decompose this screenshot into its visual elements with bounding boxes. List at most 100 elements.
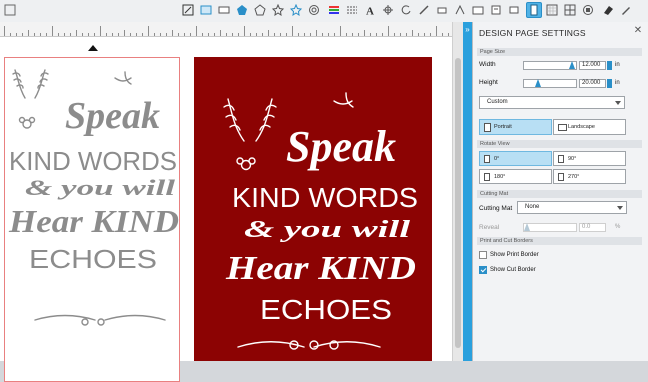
design-page[interactable]: Speak KIND WORDS & you will Hear KIND EC… <box>4 57 180 382</box>
cut-settings-icon[interactable] <box>544 2 560 18</box>
rotate-90-icon <box>558 155 564 163</box>
height-field[interactable]: 20.000 <box>579 79 606 88</box>
width-slider[interactable] <box>523 61 577 70</box>
spiral-icon[interactable] <box>306 2 322 18</box>
chevron-down-icon <box>615 101 621 105</box>
width-field[interactable]: 12.000 <box>579 61 606 70</box>
ruler-tick <box>340 26 341 36</box>
show-cut-border-checkbox[interactable] <box>479 266 487 274</box>
show-print-border-checkbox[interactable] <box>479 251 487 259</box>
height-spinner[interactable] <box>607 79 612 88</box>
height-slider[interactable] <box>523 79 577 88</box>
pen-icon[interactable] <box>618 2 634 18</box>
ruler-tick <box>334 33 335 36</box>
panel-collapse-tab[interactable]: » <box>463 22 472 361</box>
star-outline-icon[interactable] <box>288 2 304 18</box>
show-cut-border-label: Show Cut Border <box>490 267 536 273</box>
red-line5: ECHOES <box>260 294 392 325</box>
red-quote-design[interactable]: Speak KIND WORDS & you will Hear KIND EC… <box>194 57 432 361</box>
rectangle-icon[interactable] <box>198 2 214 18</box>
page-size-select[interactable]: Custom <box>479 96 625 109</box>
rotate-icon[interactable] <box>398 2 414 18</box>
top-toolbar: A <box>0 0 648 23</box>
width-spinner[interactable] <box>607 61 612 70</box>
reveal-slider[interactable] <box>523 223 577 232</box>
ruler-tick <box>226 33 227 36</box>
ruler-tick <box>166 33 167 36</box>
ruler-tick <box>196 26 197 36</box>
reveal-label: Reveal <box>479 224 500 231</box>
ruler-tick <box>406 33 407 36</box>
rotate-0-option[interactable]: 0° <box>479 151 552 166</box>
red-line4: Hear KIND <box>225 250 416 287</box>
cutting-mat-select[interactable]: None <box>517 201 627 214</box>
red-line3: & you will <box>244 217 411 243</box>
width-unit: in <box>615 62 620 68</box>
ruler-tick <box>268 30 269 36</box>
ruler-tick <box>148 26 149 36</box>
ruler-tick <box>310 33 311 36</box>
ruler-tick <box>136 33 137 36</box>
store-icon[interactable] <box>488 2 504 18</box>
collapse-arrows-icon[interactable]: » <box>464 26 471 34</box>
ruler-tick <box>430 33 431 36</box>
arrange-icon[interactable] <box>2 2 18 18</box>
ruler-tick <box>16 33 17 36</box>
rotate-180-option[interactable]: 180° <box>479 169 552 184</box>
line-style-icon[interactable] <box>344 2 360 18</box>
height-label: Height <box>479 79 498 86</box>
ruler-tick <box>82 33 83 36</box>
landscape-option[interactable]: Landscape <box>553 119 626 135</box>
rotate-90-label: 90° <box>568 156 577 162</box>
knife-icon[interactable] <box>416 2 432 18</box>
ruler-tick <box>292 26 293 36</box>
gray-line3: & you will <box>25 175 176 200</box>
portrait-icon <box>484 123 491 132</box>
ruler-icon[interactable] <box>216 2 232 18</box>
gray-quote-design[interactable]: Speak KIND WORDS & you will Hear KIND EC… <box>5 58 180 348</box>
ruler-tick <box>220 30 221 36</box>
ruler-tick <box>208 33 209 36</box>
reveal-field[interactable]: 0.0 <box>579 223 606 232</box>
ruler-tick <box>34 33 35 36</box>
page-settings-icon[interactable] <box>526 2 542 18</box>
align-icon[interactable] <box>580 2 596 18</box>
ruler-tick <box>424 33 425 36</box>
ruler-tick <box>76 30 77 36</box>
cutting-mat-label: Cutting Mat <box>479 205 513 212</box>
portrait-option[interactable]: Portrait <box>479 119 552 135</box>
ruler-tick <box>280 33 281 36</box>
scrollbar-thumb[interactable] <box>455 58 461 348</box>
ruler-tick <box>358 33 359 36</box>
ruler-tick <box>394 33 395 36</box>
star-icon[interactable] <box>270 2 286 18</box>
send-icon[interactable] <box>506 2 522 18</box>
page-top-arrow-icon[interactable] <box>88 45 98 51</box>
rotate-270-option[interactable]: 270° <box>553 169 626 184</box>
ruler-tick <box>118 33 119 36</box>
line-color-icon[interactable] <box>326 2 342 18</box>
ruler-tick <box>304 33 305 36</box>
trace-icon[interactable] <box>452 2 468 18</box>
ruler-tick <box>214 33 215 36</box>
section-rotate-view: Rotate View <box>477 140 642 148</box>
panel-title: DESIGN PAGE SETTINGS <box>479 28 586 38</box>
transform-icon[interactable] <box>380 2 396 18</box>
eraser-icon[interactable] <box>434 2 450 18</box>
ruler-tick <box>376 33 377 36</box>
close-icon[interactable]: ✕ <box>632 25 644 37</box>
ruler-tick <box>46 33 47 36</box>
ruler-tick <box>262 33 263 36</box>
eraser-tool-icon[interactable] <box>600 2 616 18</box>
page-size-value: Custom <box>487 99 508 105</box>
ruler-tick <box>112 33 113 36</box>
pentagon-icon[interactable] <box>234 2 250 18</box>
ruler-tick <box>190 33 191 36</box>
select-tool-icon[interactable] <box>180 2 196 18</box>
library-icon[interactable] <box>470 2 486 18</box>
polygon-icon[interactable] <box>252 2 268 18</box>
grid-icon[interactable] <box>562 2 578 18</box>
text-icon[interactable]: A <box>362 2 378 18</box>
rotate-90-option[interactable]: 90° <box>553 151 626 166</box>
design-canvas[interactable]: Speak KIND WORDS & you will Hear KIND EC… <box>0 37 452 382</box>
